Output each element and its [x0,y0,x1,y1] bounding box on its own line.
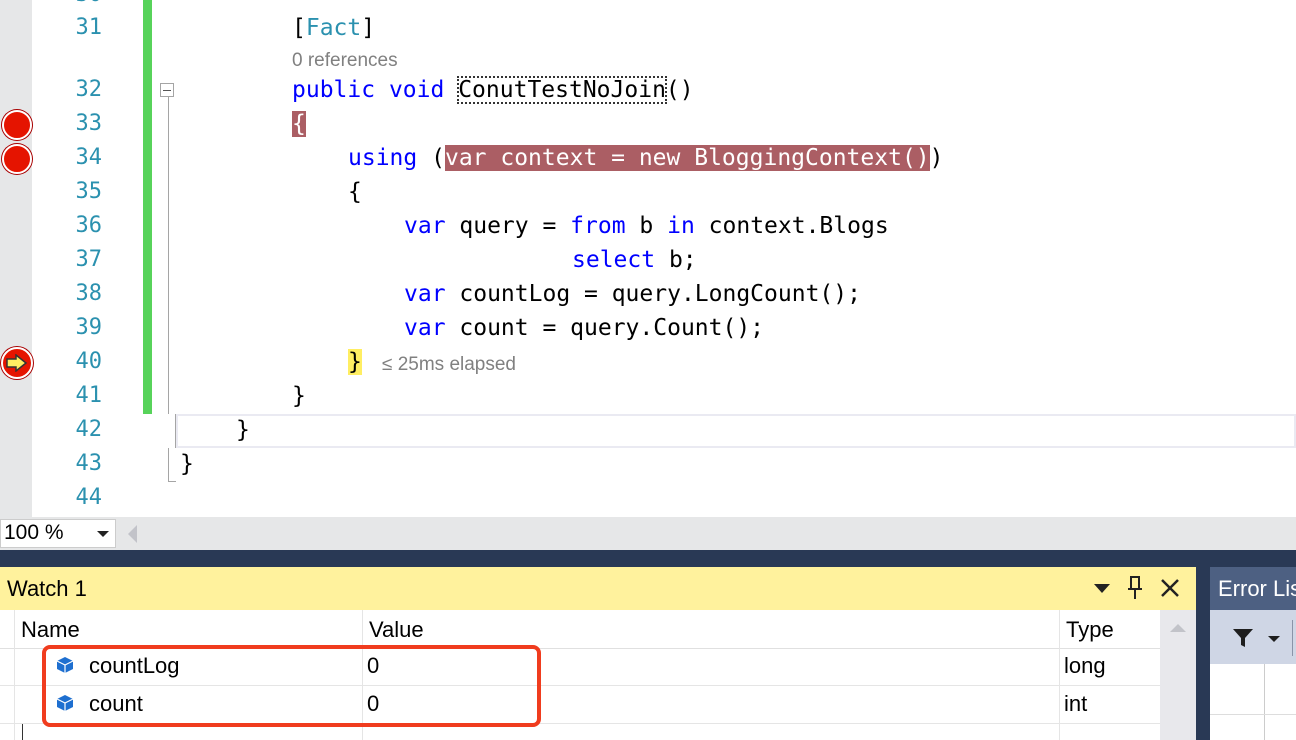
line-number: 37 [75,247,103,272]
line-number: 39 [75,315,103,340]
line-number: 40 [75,349,103,374]
line-number: 34 [75,145,103,170]
code-line-35[interactable]: { [348,175,362,209]
outlining-guide [168,448,169,482]
line-number: 33 [75,111,103,136]
chevron-down-icon [97,531,109,537]
watch-window-title: Watch 1 [7,576,87,601]
perftip-elapsed[interactable]: ≤ 25ms elapsed [382,354,516,376]
code-line-37[interactable]: select b; [572,243,697,277]
code-line-34[interactable]: using (var context = new BloggingContext… [348,141,944,175]
code-line-41[interactable]: } [292,379,306,413]
line-number: 38 [75,281,103,306]
pin-icon[interactable] [1127,575,1143,601]
current-line-indicator [176,414,1296,448]
code-line-32[interactable]: public void ConutTestNoJoin() [292,73,694,107]
row-divider [1210,714,1296,715]
zoom-value: 100 % [4,521,64,544]
watch-vertical-scrollbar[interactable] [1160,610,1196,740]
breakpoint-current-statement-icon[interactable] [1,347,33,379]
code-line-42[interactable]: } [236,413,250,447]
line-number: 35 [75,179,103,204]
text-cursor [22,724,23,740]
line-number: 44 [75,485,103,510]
watch-type: long [1064,653,1106,678]
chevron-down-icon[interactable] [1094,584,1110,593]
method-name: ConutTestNoJoin [457,76,667,104]
breakpoint-icon[interactable] [2,144,32,174]
outlining-guide-end [168,481,176,482]
line-number: 31 [75,15,103,40]
toolbar-separator [1292,620,1293,656]
panel-separator[interactable] [0,550,1296,567]
column-header-value[interactable]: Value [369,617,424,643]
code-line-33[interactable]: { [292,107,306,141]
error-list-toolbar [1210,610,1296,664]
line-number: 36 [75,213,103,238]
chevron-down-icon[interactable] [1268,636,1280,642]
breakpoint-highlight: var context = new BloggingContext() [444,145,930,171]
breakpoint-highlight: { [292,111,306,137]
change-tracking-bar [143,0,152,414]
scroll-up-arrow-icon[interactable] [1170,624,1186,632]
collapse-toggle-icon[interactable] [160,83,174,97]
code-line-31[interactable]: [Fact] [292,11,375,45]
line-number: 42 [75,417,103,442]
column-divider [1264,664,1265,740]
filter-icon[interactable] [1232,627,1254,649]
scroll-left-arrow-icon[interactable] [128,525,137,543]
line-number: 43 [75,451,103,476]
code-line-38[interactable]: var countLog = query.LongCount(); [404,277,861,311]
glyph-margin[interactable] [0,0,32,517]
line-number: 32 [75,77,103,102]
highlight-callout-box [42,645,541,727]
close-icon[interactable] [1159,577,1181,599]
error-list-tab[interactable]: Error List [1210,567,1296,610]
code-line-39[interactable]: var count = query.Count(); [404,311,764,345]
watch-column-headers: Name Value Type [0,610,1160,649]
breakpoint-icon[interactable] [2,110,32,140]
code-line-43[interactable]: } [180,447,194,481]
error-list-grid [1210,664,1296,740]
code-editor[interactable]: 30 31 32 33 34 35 36 37 38 39 40 41 42 4… [0,0,1296,517]
instruction-pointer-arrow-icon [6,354,28,372]
watch-window-title-bar[interactable]: Watch 1 [0,567,1196,610]
code-line-40[interactable]: } [348,345,362,379]
zoom-dropdown[interactable]: 100 % [0,519,116,548]
outlining-guide [168,97,169,414]
line-number: 41 [75,383,103,408]
column-header-type[interactable]: Type [1066,617,1114,643]
column-header-name[interactable]: Name [21,617,80,643]
error-list-title: Error List [1218,576,1296,601]
code-line-36[interactable]: var query = from b in context.Blogs [404,209,889,243]
editor-status-bar [0,517,1296,550]
codelens-references[interactable]: 0 references [292,50,398,72]
current-statement-highlight: } [348,349,362,375]
watch-type: int [1064,691,1088,716]
